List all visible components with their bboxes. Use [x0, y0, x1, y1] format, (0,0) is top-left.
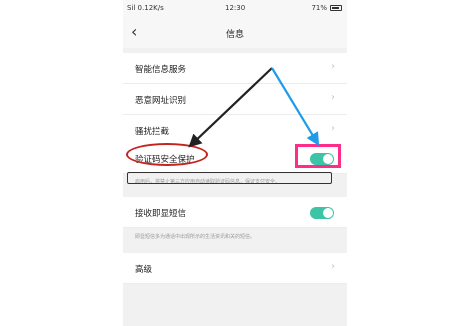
blue-arrow [271, 67, 320, 146]
annotation-arrows [188, 67, 320, 148]
black-arrow [188, 67, 273, 148]
